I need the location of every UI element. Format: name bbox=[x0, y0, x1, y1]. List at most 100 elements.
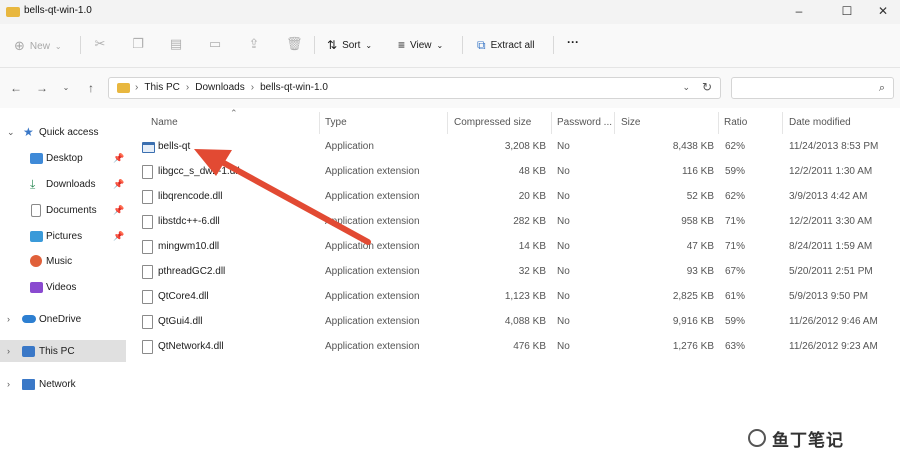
file-date-modified: 11/24/2013 8:53 PM bbox=[789, 141, 879, 152]
document-icon bbox=[31, 204, 41, 217]
chevron-down-icon[interactable]: ⌄ bbox=[682, 82, 690, 93]
table-row[interactable]: pthreadGC2.dll Application extension 32 … bbox=[126, 260, 900, 285]
address-bar[interactable]: › This PC › Downloads › bells-qt-win-1.0… bbox=[108, 77, 721, 99]
rename-icon[interactable]: ▭ bbox=[208, 37, 222, 51]
sidebar-item-downloads[interactable]: ⤓ Downloads 📌 bbox=[0, 173, 126, 195]
sort-ascending-icon: ⌃ bbox=[230, 108, 238, 118]
share-icon[interactable]: ⇪ bbox=[247, 37, 261, 51]
chevron-right-icon[interactable]: › bbox=[7, 314, 10, 324]
view-icon: ≡ bbox=[398, 38, 406, 52]
more-options-button[interactable]: ··· bbox=[567, 35, 579, 49]
sidebar-item-label: Music bbox=[46, 255, 73, 267]
new-label: New bbox=[29, 40, 50, 52]
sidebar-item-network[interactable]: › Network bbox=[0, 373, 126, 395]
table-row[interactable]: QtNetwork4.dll Application extension 476… bbox=[126, 335, 900, 360]
column-divider[interactable] bbox=[551, 112, 552, 134]
table-row[interactable]: QtCore4.dll Application extension 1,123 … bbox=[126, 285, 900, 310]
column-divider[interactable] bbox=[447, 112, 448, 134]
sidebar-item-music[interactable]: Music bbox=[0, 250, 126, 272]
chevron-down-icon[interactable]: ⌄ bbox=[7, 127, 15, 138]
table-row[interactable]: libgcc_s_dw2-1.dll Application extension… bbox=[126, 160, 900, 185]
sidebar-item-onedrive[interactable]: › OneDrive bbox=[0, 308, 126, 330]
file-ratio: 59% bbox=[725, 166, 746, 177]
sort-button[interactable]: ⇅ Sort ⌄ bbox=[327, 38, 372, 52]
sidebar-item-videos[interactable]: Videos bbox=[0, 276, 126, 298]
column-header-password[interactable]: Password ... bbox=[557, 117, 612, 128]
navigation-bar: ← → ⌄ ↑ › This PC › Downloads › bells-qt… bbox=[0, 68, 900, 108]
download-icon: ⤓ bbox=[30, 177, 36, 191]
table-row[interactable]: bells-qt Application 3,208 KB No 8,438 K… bbox=[126, 135, 900, 160]
column-divider[interactable] bbox=[614, 112, 615, 134]
chevron-right-icon: › bbox=[135, 82, 139, 93]
divider bbox=[462, 36, 463, 54]
file-compressed-size: 32 KB bbox=[518, 266, 546, 277]
breadcrumb-this-pc[interactable]: This PC bbox=[144, 82, 180, 93]
column-header-size[interactable]: Size bbox=[621, 117, 640, 128]
file-compressed-size: 3,208 KB bbox=[504, 141, 546, 152]
sidebar-item-pictures[interactable]: Pictures 📌 bbox=[0, 225, 126, 247]
extract-all-button[interactable]: ⧉ Extract all bbox=[477, 38, 534, 53]
file-ratio: 61% bbox=[725, 291, 746, 302]
pin-icon[interactable]: 📌 bbox=[113, 179, 124, 190]
watermark-text: 鱼丁笔记 bbox=[772, 430, 844, 450]
delete-icon[interactable]: 🗑 bbox=[286, 37, 303, 51]
sidebar-item-quick-access[interactable]: ⌄ ★ Quick access bbox=[0, 121, 126, 143]
column-header-ratio[interactable]: Ratio bbox=[724, 117, 747, 128]
column-header-name[interactable]: Name bbox=[151, 117, 178, 128]
column-header-type[interactable]: Type bbox=[325, 117, 347, 128]
pin-icon[interactable]: 📌 bbox=[113, 231, 124, 242]
column-divider[interactable] bbox=[319, 112, 320, 134]
refresh-icon[interactable]: ↻ bbox=[702, 80, 712, 94]
file-ratio: 71% bbox=[725, 216, 746, 227]
column-header-compressed-size[interactable]: Compressed size bbox=[454, 117, 531, 128]
back-arrow-icon[interactable]: ← bbox=[8, 80, 24, 96]
file-compressed-size: 20 KB bbox=[518, 191, 546, 202]
dll-file-icon bbox=[142, 340, 153, 354]
sort-label: Sort bbox=[342, 39, 361, 51]
chevron-right-icon: › bbox=[185, 82, 190, 93]
table-row[interactable]: mingwm10.dll Application extension 14 KB… bbox=[126, 235, 900, 260]
pin-icon[interactable]: 📌 bbox=[113, 153, 124, 164]
cut-icon[interactable]: ✂ bbox=[93, 37, 107, 51]
navigation-pane: ⌄ ★ Quick access Desktop 📌 ⤓ Downloads 📌… bbox=[0, 108, 126, 476]
recent-locations-icon[interactable]: ⌄ bbox=[58, 80, 74, 96]
file-type: Application extension bbox=[325, 291, 420, 302]
computer-icon bbox=[22, 346, 35, 357]
wechat-logo-icon bbox=[748, 429, 766, 447]
file-name: QtNetwork4.dll bbox=[158, 341, 224, 352]
sidebar-item-label: Videos bbox=[46, 281, 77, 293]
file-ratio: 71% bbox=[725, 241, 746, 252]
file-type: Application extension bbox=[325, 216, 420, 227]
breadcrumb-downloads[interactable]: Downloads bbox=[195, 82, 244, 93]
close-button[interactable]: ✕ bbox=[866, 0, 900, 24]
extract-icon: ⧉ bbox=[477, 38, 486, 52]
file-size: 47 KB bbox=[686, 241, 714, 252]
pin-icon[interactable]: 📌 bbox=[113, 205, 124, 216]
copy-icon[interactable]: ❐ bbox=[131, 37, 145, 51]
sidebar-item-desktop[interactable]: Desktop 📌 bbox=[0, 147, 126, 169]
paste-icon[interactable]: ▤ bbox=[169, 37, 183, 51]
up-arrow-icon[interactable]: ↑ bbox=[83, 80, 99, 96]
column-divider[interactable] bbox=[718, 112, 719, 134]
column-header-date-modified[interactable]: Date modified bbox=[789, 117, 851, 128]
column-divider[interactable] bbox=[782, 112, 783, 134]
forward-arrow-icon[interactable]: → bbox=[34, 80, 50, 96]
sort-icon: ⇅ bbox=[327, 38, 338, 52]
search-input[interactable]: ⌕ bbox=[731, 77, 894, 99]
new-button[interactable]: ⊕ New ⌄ bbox=[14, 38, 62, 54]
breadcrumb-bells-qt-win[interactable]: bells-qt-win-1.0 bbox=[260, 82, 328, 93]
maximize-button[interactable]: ☐ bbox=[830, 0, 864, 24]
sidebar-item-documents[interactable]: Documents 📌 bbox=[0, 199, 126, 221]
chevron-right-icon[interactable]: › bbox=[7, 346, 10, 356]
table-row[interactable]: QtGui4.dll Application extension 4,088 K… bbox=[126, 310, 900, 335]
minimize-button[interactable]: – bbox=[782, 0, 816, 24]
view-button[interactable]: ≡ View ⌄ bbox=[398, 38, 443, 52]
picture-icon bbox=[30, 231, 43, 242]
file-type: Application extension bbox=[325, 266, 420, 277]
file-name: pthreadGC2.dll bbox=[158, 266, 226, 277]
table-row[interactable]: libqrencode.dll Application extension 20… bbox=[126, 185, 900, 210]
table-row[interactable]: libstdc++-6.dll Application extension 28… bbox=[126, 210, 900, 235]
file-size: 52 KB bbox=[686, 191, 714, 202]
sidebar-item-this-pc[interactable]: › This PC bbox=[0, 340, 126, 362]
chevron-right-icon[interactable]: › bbox=[7, 379, 10, 389]
